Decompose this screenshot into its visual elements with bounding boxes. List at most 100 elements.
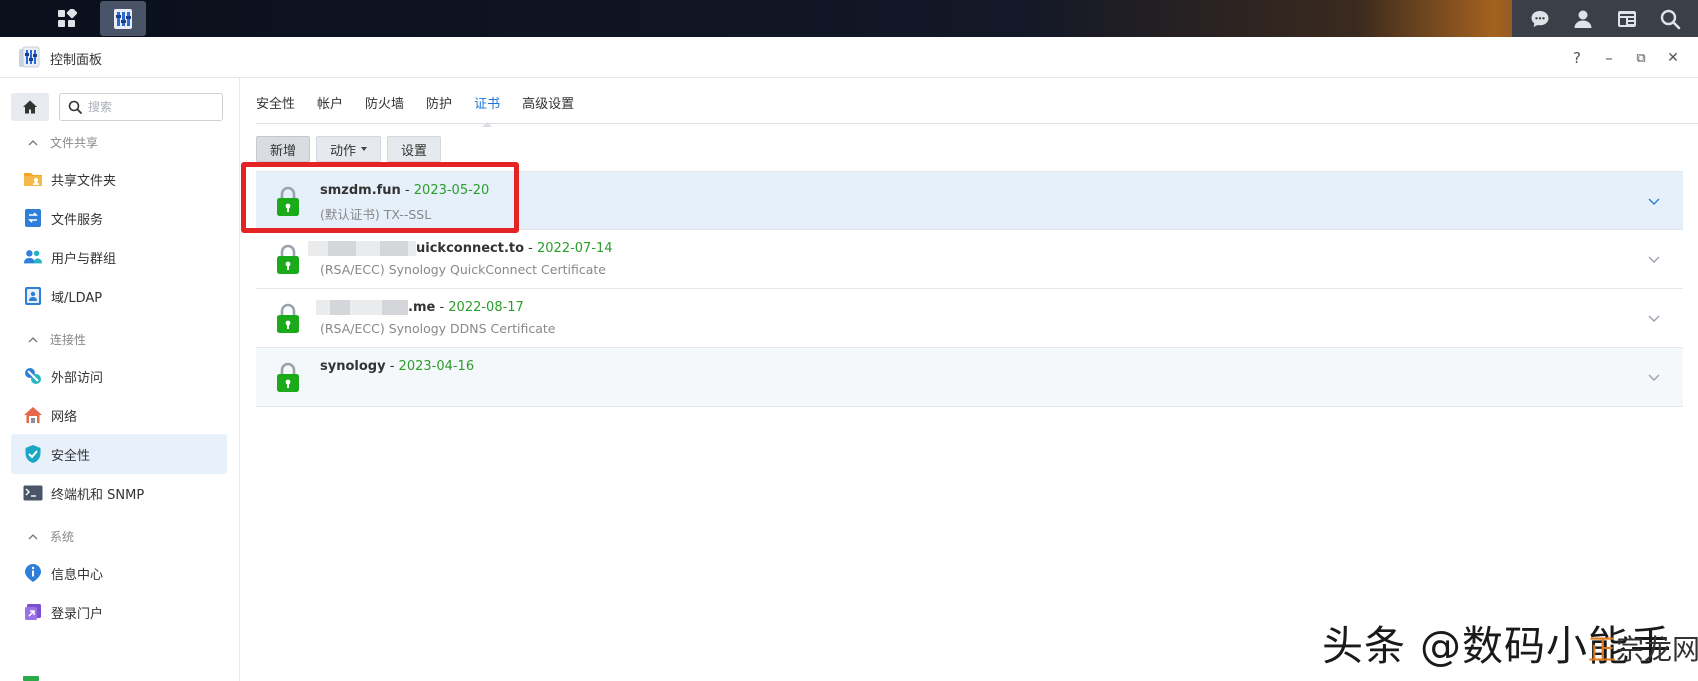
sidebar-item-label: 用户与群组 <box>51 251 117 267</box>
certificate-separator: - <box>524 241 537 256</box>
sidebar-item-label: 登录门户 <box>51 606 104 622</box>
sidebar-item-login-portal[interactable]: 登录门户 <box>11 592 227 632</box>
sidebar-item-label: 信息中心 <box>51 567 104 583</box>
certificate-date: 2022-07-14 <box>537 241 613 256</box>
certificate-name: .me <box>408 300 436 315</box>
certificate-row[interactable]: .me - 2022-08-17 (RSA/ECC) Synology DDNS… <box>256 289 1683 348</box>
tab-firewall[interactable]: 防火墙 <box>365 90 404 124</box>
certificate-separator: - <box>435 300 449 315</box>
watermark-overlay-a: 正 <box>1588 633 1617 666</box>
redacted-block <box>408 241 416 256</box>
grid-icon <box>58 8 77 27</box>
certificate-row[interactable]: uickconnect.to - 2022-07-14 (RSA/ECC) Sy… <box>256 230 1683 289</box>
certificate-title: uickconnect.to - 2022-07-14 <box>308 241 613 256</box>
control-panel-taskbar-button[interactable] <box>100 1 146 36</box>
chevron-up-icon <box>28 336 38 342</box>
sidebar-item-label: 外部访问 <box>51 370 104 386</box>
lock-icon <box>277 186 299 216</box>
user-icon[interactable] <box>1569 5 1597 33</box>
sidebar-item-shared-folder[interactable]: 共享文件夹 <box>11 159 227 199</box>
widgets-icon[interactable] <box>1613 5 1641 33</box>
certificate-title: .me - 2022-08-17 <box>316 300 524 315</box>
tab-account[interactable]: 帐户 <box>317 90 343 124</box>
redacted-block <box>328 241 356 256</box>
chevron-down-icon[interactable] <box>1647 194 1661 208</box>
minimize-button[interactable]: – <box>1598 47 1620 69</box>
tab-protection[interactable]: 防护 <box>426 90 452 124</box>
action-dropdown-button[interactable]: 动作 <box>316 136 382 162</box>
sidebar-item-file-services[interactable]: 文件服务 <box>11 198 227 238</box>
watermark-overlay-b: 宗龙网 <box>1616 633 1698 666</box>
chevron-up-icon <box>28 139 38 145</box>
redacted-block <box>356 241 380 256</box>
redacted-block <box>308 241 328 256</box>
tab-security[interactable]: 安全性 <box>256 90 295 124</box>
sidebar-item-label: 网络 <box>51 409 78 425</box>
certificate-row[interactable]: synology - 2023-04-16 <box>256 348 1683 407</box>
home-button[interactable] <box>11 93 49 121</box>
main-panel: 安全性 帐户 防火墙 防护 证书 高级设置 新增 动作 设置 smzdm.fun… <box>241 78 1698 681</box>
sidebar-item-terminal-snmp[interactable]: 终端机和 SNMP <box>11 473 227 513</box>
sidebar-item-security[interactable]: 安全性 <box>11 434 227 474</box>
section-label: 连接性 <box>50 333 87 347</box>
search-icon[interactable] <box>1656 5 1684 33</box>
external-access-icon <box>23 366 43 386</box>
caret-down-icon <box>361 147 368 151</box>
redacted-block <box>350 300 382 315</box>
partial-sidebar-icon <box>23 676 39 681</box>
chevron-down-icon[interactable] <box>1647 252 1661 266</box>
sidebar-item-label: 共享文件夹 <box>51 173 117 189</box>
chevron-down-icon[interactable] <box>1647 370 1661 384</box>
chevron-down-icon[interactable] <box>1647 311 1661 325</box>
control-panel-icon <box>114 8 132 29</box>
main-menu-button[interactable] <box>44 0 90 37</box>
add-button-label: 新增 <box>270 143 297 159</box>
sidebar-item-external-access[interactable]: 外部访问 <box>11 356 227 396</box>
lock-icon <box>277 303 299 333</box>
section-header-connectivity[interactable]: 连接性 <box>28 331 86 348</box>
sidebar-item-label: 文件服务 <box>51 212 104 228</box>
tab-advanced[interactable]: 高级设置 <box>522 90 574 124</box>
certificate-title: synology - 2023-04-16 <box>320 359 474 374</box>
certificate-description: (RSA/ECC) Synology DDNS Certificate <box>320 321 556 336</box>
login-portal-icon <box>23 602 43 622</box>
action-button-label: 动作 <box>330 143 357 159</box>
certificate-date: 2023-04-16 <box>398 359 475 374</box>
info-center-icon <box>23 563 43 583</box>
tab-certificate[interactable]: 证书 <box>474 90 500 127</box>
restore-button[interactable]: ⧉ <box>1630 47 1652 69</box>
certificate-name: uickconnect.to <box>416 241 525 256</box>
certificate-name: smzdm.fun <box>320 183 401 198</box>
domain-ldap-icon <box>23 286 43 306</box>
home-icon <box>23 100 37 114</box>
help-button[interactable]: ? <box>1566 47 1588 69</box>
search-input[interactable] <box>88 100 208 114</box>
certificate-description: (默认证书) TX--SSL <box>320 207 432 222</box>
section-header-system[interactable]: 系统 <box>28 528 74 545</box>
network-icon <box>23 405 43 425</box>
redacted-block <box>382 300 408 315</box>
sidebar-item-users-groups[interactable]: 用户与群组 <box>11 237 227 277</box>
redacted-block <box>316 300 330 315</box>
certificate-separator: - <box>385 359 399 374</box>
close-button[interactable]: ✕ <box>1662 47 1684 69</box>
security-shield-icon <box>23 444 43 464</box>
taskbar-tray <box>1512 0 1698 37</box>
section-label: 系统 <box>50 530 75 544</box>
sidebar-item-network[interactable]: 网络 <box>11 395 227 435</box>
section-label: 文件共享 <box>50 136 99 150</box>
window-title: 控制面板 <box>50 53 103 68</box>
users-groups-icon <box>23 247 43 267</box>
sidebar-item-label: 终端机和 SNMP <box>51 487 145 503</box>
add-button[interactable]: 新增 <box>256 136 311 162</box>
certificate-description: (RSA/ECC) Synology QuickConnect Certific… <box>320 262 606 277</box>
settings-button-label: 设置 <box>401 143 428 159</box>
section-header-file-sharing[interactable]: 文件共享 <box>28 134 98 151</box>
certificate-row[interactable]: smzdm.fun - 2023-05-20 (默认证书) TX--SSL <box>256 171 1683 230</box>
sidebar-item-domain-ldap[interactable]: 域/LDAP <box>11 276 227 316</box>
settings-button[interactable]: 设置 <box>387 136 442 162</box>
certificate-name: synology <box>320 359 386 374</box>
chat-icon[interactable] <box>1526 5 1554 33</box>
sidebar-item-info-center[interactable]: 信息中心 <box>11 553 227 593</box>
sidebar-search[interactable] <box>59 93 223 121</box>
